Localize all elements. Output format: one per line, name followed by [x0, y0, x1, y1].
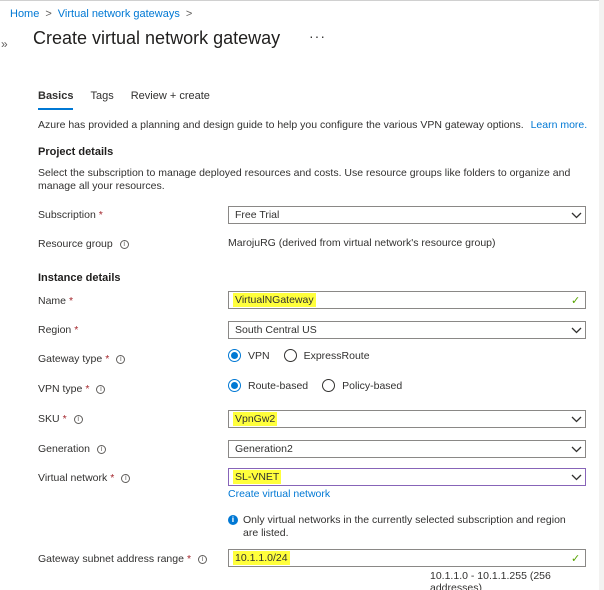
chevron-down-icon: [567, 212, 585, 219]
resource-group-label: Resource group i: [38, 238, 129, 250]
virtual-network-label-text: Virtual network: [38, 472, 108, 484]
required-marker: *: [74, 324, 79, 336]
breadcrumb-gateways-link[interactable]: Virtual network gateways: [58, 8, 180, 20]
gateway-subnet-input[interactable]: 10.1.1.0/24 ✓: [228, 549, 586, 567]
vpn-type-route-based-label[interactable]: Route-based: [248, 380, 308, 392]
expand-sidebar-icon[interactable]: »: [1, 37, 8, 51]
intro-description: Azure has provided a planning and design…: [38, 119, 524, 131]
region-value: South Central US: [235, 324, 317, 336]
generation-label-text: Generation: [38, 443, 90, 455]
required-marker: *: [98, 209, 103, 221]
gateway-subnet-value: 10.1.1.0/24: [233, 551, 290, 565]
check-icon: ✓: [571, 294, 581, 307]
region-label: Region *: [38, 324, 78, 336]
info-icon[interactable]: i: [96, 444, 106, 454]
project-details-heading: Project details: [38, 146, 114, 158]
top-border: [0, 0, 604, 1]
virtual-network-value: SL-VNET: [233, 470, 282, 484]
gateway-type-vpn-label[interactable]: VPN: [248, 350, 270, 362]
chevron-down-icon: [567, 474, 585, 481]
vpn-type-policy-based-label[interactable]: Policy-based: [342, 380, 402, 392]
virtual-network-dropdown[interactable]: SL-VNET: [228, 468, 586, 486]
name-input[interactable]: VirtualNGateway ✓: [228, 291, 586, 309]
vpn-type-route-based-radio[interactable]: [228, 379, 241, 392]
intro-text: Azure has provided a planning and design…: [38, 119, 587, 131]
vpn-type-policy-based-radio[interactable]: [322, 379, 336, 392]
subscription-value: Free Trial: [235, 209, 280, 221]
breadcrumb: Home > Virtual network gateways >: [10, 8, 192, 20]
gateway-type-radio-group: VPN ExpressRoute: [228, 349, 384, 362]
tab-basics[interactable]: Basics: [38, 90, 74, 110]
virtual-network-info-text: Only virtual networks in the currently s…: [243, 514, 566, 539]
more-options-icon[interactable]: ···: [309, 28, 326, 44]
vpn-type-label-text: VPN type: [38, 383, 83, 395]
subnet-address-range-text: 10.1.1.0 - 10.1.1.255 (256 addresses): [430, 570, 551, 590]
name-label-text: Name: [38, 295, 67, 307]
gateway-type-expressroute-radio[interactable]: [283, 349, 297, 362]
breadcrumb-separator: >: [45, 8, 52, 20]
name-label: Name *: [38, 295, 73, 307]
info-filled-icon: i: [228, 515, 238, 525]
subscription-dropdown[interactable]: Free Trial: [228, 206, 586, 224]
gateway-type-label-text: Gateway type: [38, 353, 103, 365]
gateway-type-label: Gateway type * i: [38, 353, 126, 365]
generation-label: Generation i: [38, 443, 106, 455]
subscription-label-text: Subscription: [38, 209, 96, 221]
gateway-subnet-label-text: Gateway subnet address range: [38, 553, 184, 565]
required-marker: *: [186, 553, 192, 565]
info-icon[interactable]: i: [119, 239, 129, 249]
project-details-description: Select the subscription to manage deploy…: [38, 167, 571, 192]
vpn-type-radio-group: Route-based Policy-based: [228, 379, 416, 392]
info-icon[interactable]: i: [116, 354, 126, 364]
sku-label: SKU * i: [38, 413, 83, 425]
gateway-type-vpn-radio[interactable]: [228, 349, 241, 362]
required-marker: *: [69, 295, 74, 307]
vpn-type-label: VPN type * i: [38, 383, 106, 395]
chevron-down-icon: [567, 327, 585, 334]
virtual-network-info-note: i Only virtual networks in the currently…: [228, 514, 578, 539]
required-marker: *: [105, 353, 110, 365]
chevron-down-icon: [567, 446, 585, 453]
gateway-type-expressroute-label[interactable]: ExpressRoute: [304, 350, 370, 362]
required-marker: *: [62, 413, 67, 425]
page-title: Create virtual network gateway: [33, 28, 281, 48]
resource-group-value: MarojuRG (derived from virtual network's…: [228, 237, 496, 249]
breadcrumb-home-link[interactable]: Home: [10, 8, 39, 20]
learn-more-link[interactable]: Learn more.: [531, 119, 588, 131]
required-marker: *: [85, 383, 90, 395]
tab-review-create[interactable]: Review + create: [131, 90, 210, 110]
generation-value: Generation2: [235, 443, 293, 455]
resource-group-label-text: Resource group: [38, 238, 113, 250]
chevron-down-icon: [567, 416, 585, 423]
info-icon[interactable]: i: [73, 414, 83, 424]
required-marker: *: [110, 472, 115, 484]
sku-value: VpnGw2: [233, 412, 278, 426]
info-icon[interactable]: i: [96, 384, 106, 394]
tab-bar: Basics Tags Review + create: [38, 90, 210, 110]
generation-dropdown[interactable]: Generation2: [228, 440, 586, 458]
region-label-text: Region: [38, 324, 72, 336]
vertical-scrollbar[interactable]: [599, 0, 604, 590]
instance-details-heading: Instance details: [38, 272, 121, 284]
check-icon: ✓: [571, 552, 581, 565]
sku-dropdown[interactable]: VpnGw2: [228, 410, 586, 428]
name-value: VirtualNGateway: [233, 293, 316, 307]
subscription-label: Subscription *: [38, 209, 103, 221]
sku-label-text: SKU: [38, 413, 60, 425]
breadcrumb-separator: >: [185, 8, 193, 20]
gateway-subnet-label: Gateway subnet address range * i: [38, 553, 208, 565]
create-virtual-network-link[interactable]: Create virtual network: [228, 488, 330, 500]
region-dropdown[interactable]: South Central US: [228, 321, 586, 339]
info-icon[interactable]: i: [121, 473, 131, 483]
info-icon[interactable]: i: [198, 554, 208, 564]
virtual-network-label: Virtual network * i: [38, 472, 131, 484]
tab-tags[interactable]: Tags: [90, 90, 113, 110]
